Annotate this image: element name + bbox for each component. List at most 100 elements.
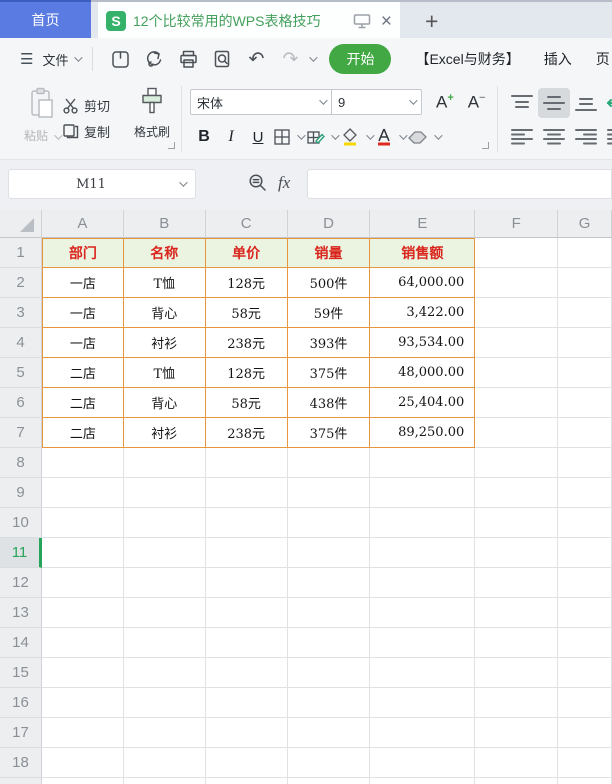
cell-E15[interactable] bbox=[370, 658, 476, 688]
cell-A15[interactable] bbox=[42, 658, 124, 688]
cell-C3[interactable]: 58元 bbox=[205, 298, 288, 328]
copy-button[interactable]: 复制 bbox=[62, 118, 110, 144]
row-header-5[interactable]: 5 bbox=[0, 358, 42, 388]
cell-C12[interactable] bbox=[205, 568, 288, 598]
cell-A5[interactable]: 二店 bbox=[42, 358, 124, 388]
font-name-select[interactable]: 宋体 bbox=[190, 89, 332, 115]
italic-button[interactable]: I bbox=[219, 124, 243, 150]
cell-C14[interactable] bbox=[205, 628, 288, 658]
ribbon-tab-3[interactable]: 插入 bbox=[544, 49, 572, 69]
font-color-button[interactable] bbox=[375, 124, 408, 150]
row-header-16[interactable]: 16 bbox=[0, 688, 42, 718]
home-tab[interactable]: 首页 bbox=[0, 0, 91, 38]
cell-F10[interactable] bbox=[475, 508, 559, 538]
cell-F17[interactable] bbox=[475, 718, 559, 748]
row-header-2[interactable]: 2 bbox=[0, 268, 42, 298]
cell-F8[interactable] bbox=[475, 448, 559, 478]
row-header-3[interactable]: 3 bbox=[0, 298, 42, 328]
cell-A17[interactable] bbox=[42, 718, 124, 748]
cell-E18[interactable] bbox=[370, 748, 476, 778]
cell-F5[interactable] bbox=[475, 358, 559, 388]
align-middle-button[interactable] bbox=[538, 88, 570, 118]
cell-F14[interactable] bbox=[475, 628, 559, 658]
ribbon-tab-2[interactable]: 【Excel与财务】 bbox=[415, 49, 519, 69]
cell-G12[interactable] bbox=[558, 568, 612, 598]
cell-D11[interactable] bbox=[287, 538, 371, 568]
cell-A6[interactable]: 二店 bbox=[42, 388, 124, 418]
cell-B9[interactable] bbox=[123, 478, 206, 508]
cell-B2[interactable]: T恤 bbox=[123, 268, 206, 298]
cell-G18[interactable] bbox=[558, 748, 612, 778]
cell-B13[interactable] bbox=[123, 598, 206, 628]
cell-A1[interactable]: 部门 bbox=[42, 238, 124, 268]
cell-D6[interactable]: 438件 bbox=[287, 388, 371, 418]
underline-button[interactable]: U bbox=[246, 124, 270, 150]
cell-F7[interactable] bbox=[475, 418, 559, 448]
row-header-17[interactable]: 17 bbox=[0, 718, 42, 748]
cell-B8[interactable] bbox=[123, 448, 206, 478]
cell-F9[interactable] bbox=[475, 478, 559, 508]
column-header-A[interactable]: A bbox=[42, 210, 124, 238]
cell-D12[interactable] bbox=[287, 568, 371, 598]
column-header-C[interactable]: C bbox=[205, 210, 288, 238]
insert-function-fx-button[interactable]: fx bbox=[278, 173, 290, 193]
cell-B18[interactable] bbox=[123, 748, 206, 778]
cell-A9[interactable] bbox=[42, 478, 124, 508]
cell-G2[interactable] bbox=[558, 268, 612, 298]
name-box[interactable]: M11 bbox=[8, 169, 196, 199]
cell-F16[interactable] bbox=[475, 688, 559, 718]
cell-G8[interactable] bbox=[558, 448, 612, 478]
close-tab-icon[interactable]: × bbox=[381, 12, 392, 31]
cell-B16[interactable] bbox=[123, 688, 206, 718]
formula-input[interactable] bbox=[307, 169, 612, 199]
cell-C15[interactable] bbox=[205, 658, 288, 688]
align-center-button[interactable] bbox=[538, 122, 570, 152]
row-header-19[interactable]: 19 bbox=[0, 778, 42, 784]
row-header-14[interactable]: 14 bbox=[0, 628, 42, 658]
cell-D2[interactable]: 500件 bbox=[287, 268, 371, 298]
cell-G17[interactable] bbox=[558, 718, 612, 748]
cell-D1[interactable]: 销量 bbox=[287, 238, 371, 268]
cell-E7[interactable]: 89,250.00 bbox=[370, 418, 476, 448]
cell-F18[interactable] bbox=[475, 748, 559, 778]
cell-F12[interactable] bbox=[475, 568, 559, 598]
cell-B19[interactable] bbox=[123, 778, 206, 784]
cell-G15[interactable] bbox=[558, 658, 612, 688]
ribbon-tab-4[interactable]: 页 bbox=[596, 49, 610, 69]
cell-E1[interactable]: 销售额 bbox=[370, 238, 476, 268]
format-painter-button[interactable]: 格式刷 bbox=[126, 87, 178, 140]
ribbon-tab-1[interactable]: 开始 bbox=[329, 44, 392, 74]
cell-D18[interactable] bbox=[287, 748, 371, 778]
cell-G3[interactable] bbox=[558, 298, 612, 328]
cell-B7[interactable]: 衬衫 bbox=[123, 418, 206, 448]
cell-A7[interactable]: 二店 bbox=[42, 418, 124, 448]
cell-A10[interactable] bbox=[42, 508, 124, 538]
clear-format-eraser-button[interactable] bbox=[408, 124, 443, 150]
row-header-6[interactable]: 6 bbox=[0, 388, 42, 418]
cell-G6[interactable] bbox=[558, 388, 612, 418]
cell-E16[interactable] bbox=[370, 688, 476, 718]
cell-B3[interactable]: 背心 bbox=[123, 298, 206, 328]
cell-C1[interactable]: 单价 bbox=[205, 238, 288, 268]
cell-C7[interactable]: 238元 bbox=[205, 418, 288, 448]
cell-D13[interactable] bbox=[287, 598, 371, 628]
cell-E13[interactable] bbox=[370, 598, 476, 628]
cell-A16[interactable] bbox=[42, 688, 124, 718]
cell-B17[interactable] bbox=[123, 718, 206, 748]
file-menu[interactable]: 文件 bbox=[42, 50, 68, 69]
column-header-F[interactable]: F bbox=[475, 210, 559, 238]
cell-F2[interactable] bbox=[475, 268, 559, 298]
cell-F15[interactable] bbox=[475, 658, 559, 688]
export-button[interactable] bbox=[137, 45, 171, 73]
quick-access-caret-icon[interactable] bbox=[309, 53, 319, 62]
cell-F6[interactable] bbox=[475, 388, 559, 418]
presentation-monitor-icon[interactable] bbox=[353, 13, 371, 29]
cell-G7[interactable] bbox=[558, 418, 612, 448]
cell-D8[interactable] bbox=[287, 448, 371, 478]
cell-C10[interactable] bbox=[205, 508, 288, 538]
column-header-B[interactable]: B bbox=[123, 210, 206, 238]
cell-D15[interactable] bbox=[287, 658, 371, 688]
cell-F4[interactable] bbox=[475, 328, 559, 358]
draw-border-button[interactable] bbox=[306, 124, 340, 150]
cell-E14[interactable] bbox=[370, 628, 476, 658]
